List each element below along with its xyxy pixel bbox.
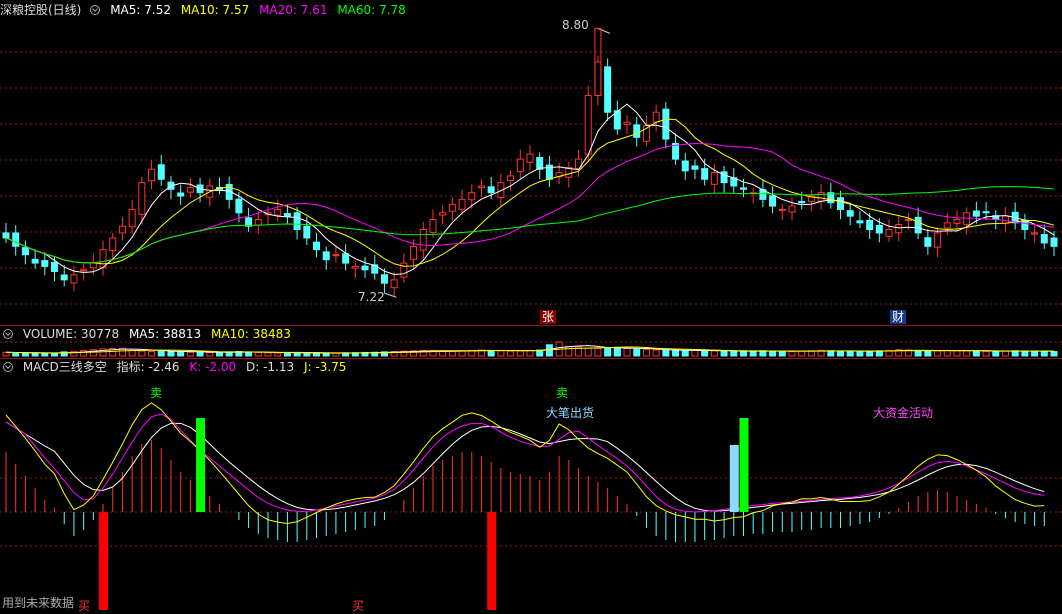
buy-signal-bar <box>99 512 109 610</box>
sell-signal-bar <box>739 418 749 512</box>
buy-signal-2: 买 <box>352 599 365 613</box>
buy-signal-1: 买 <box>78 599 91 613</box>
sell-signal-bar <box>196 418 206 512</box>
big-sell-label: 大笔出货 <box>546 406 595 420</box>
big-sell-bar <box>729 445 739 512</box>
macd-chart[interactable] <box>0 0 1062 611</box>
capital-activity-label: 大资金活动 <box>873 406 934 420</box>
future-data-note: 用到未来数据 <box>2 596 75 610</box>
sell-signal-1: 卖 <box>150 386 163 400</box>
buy-signal-bar <box>487 512 497 610</box>
sell-signal-2: 卖 <box>556 386 569 400</box>
